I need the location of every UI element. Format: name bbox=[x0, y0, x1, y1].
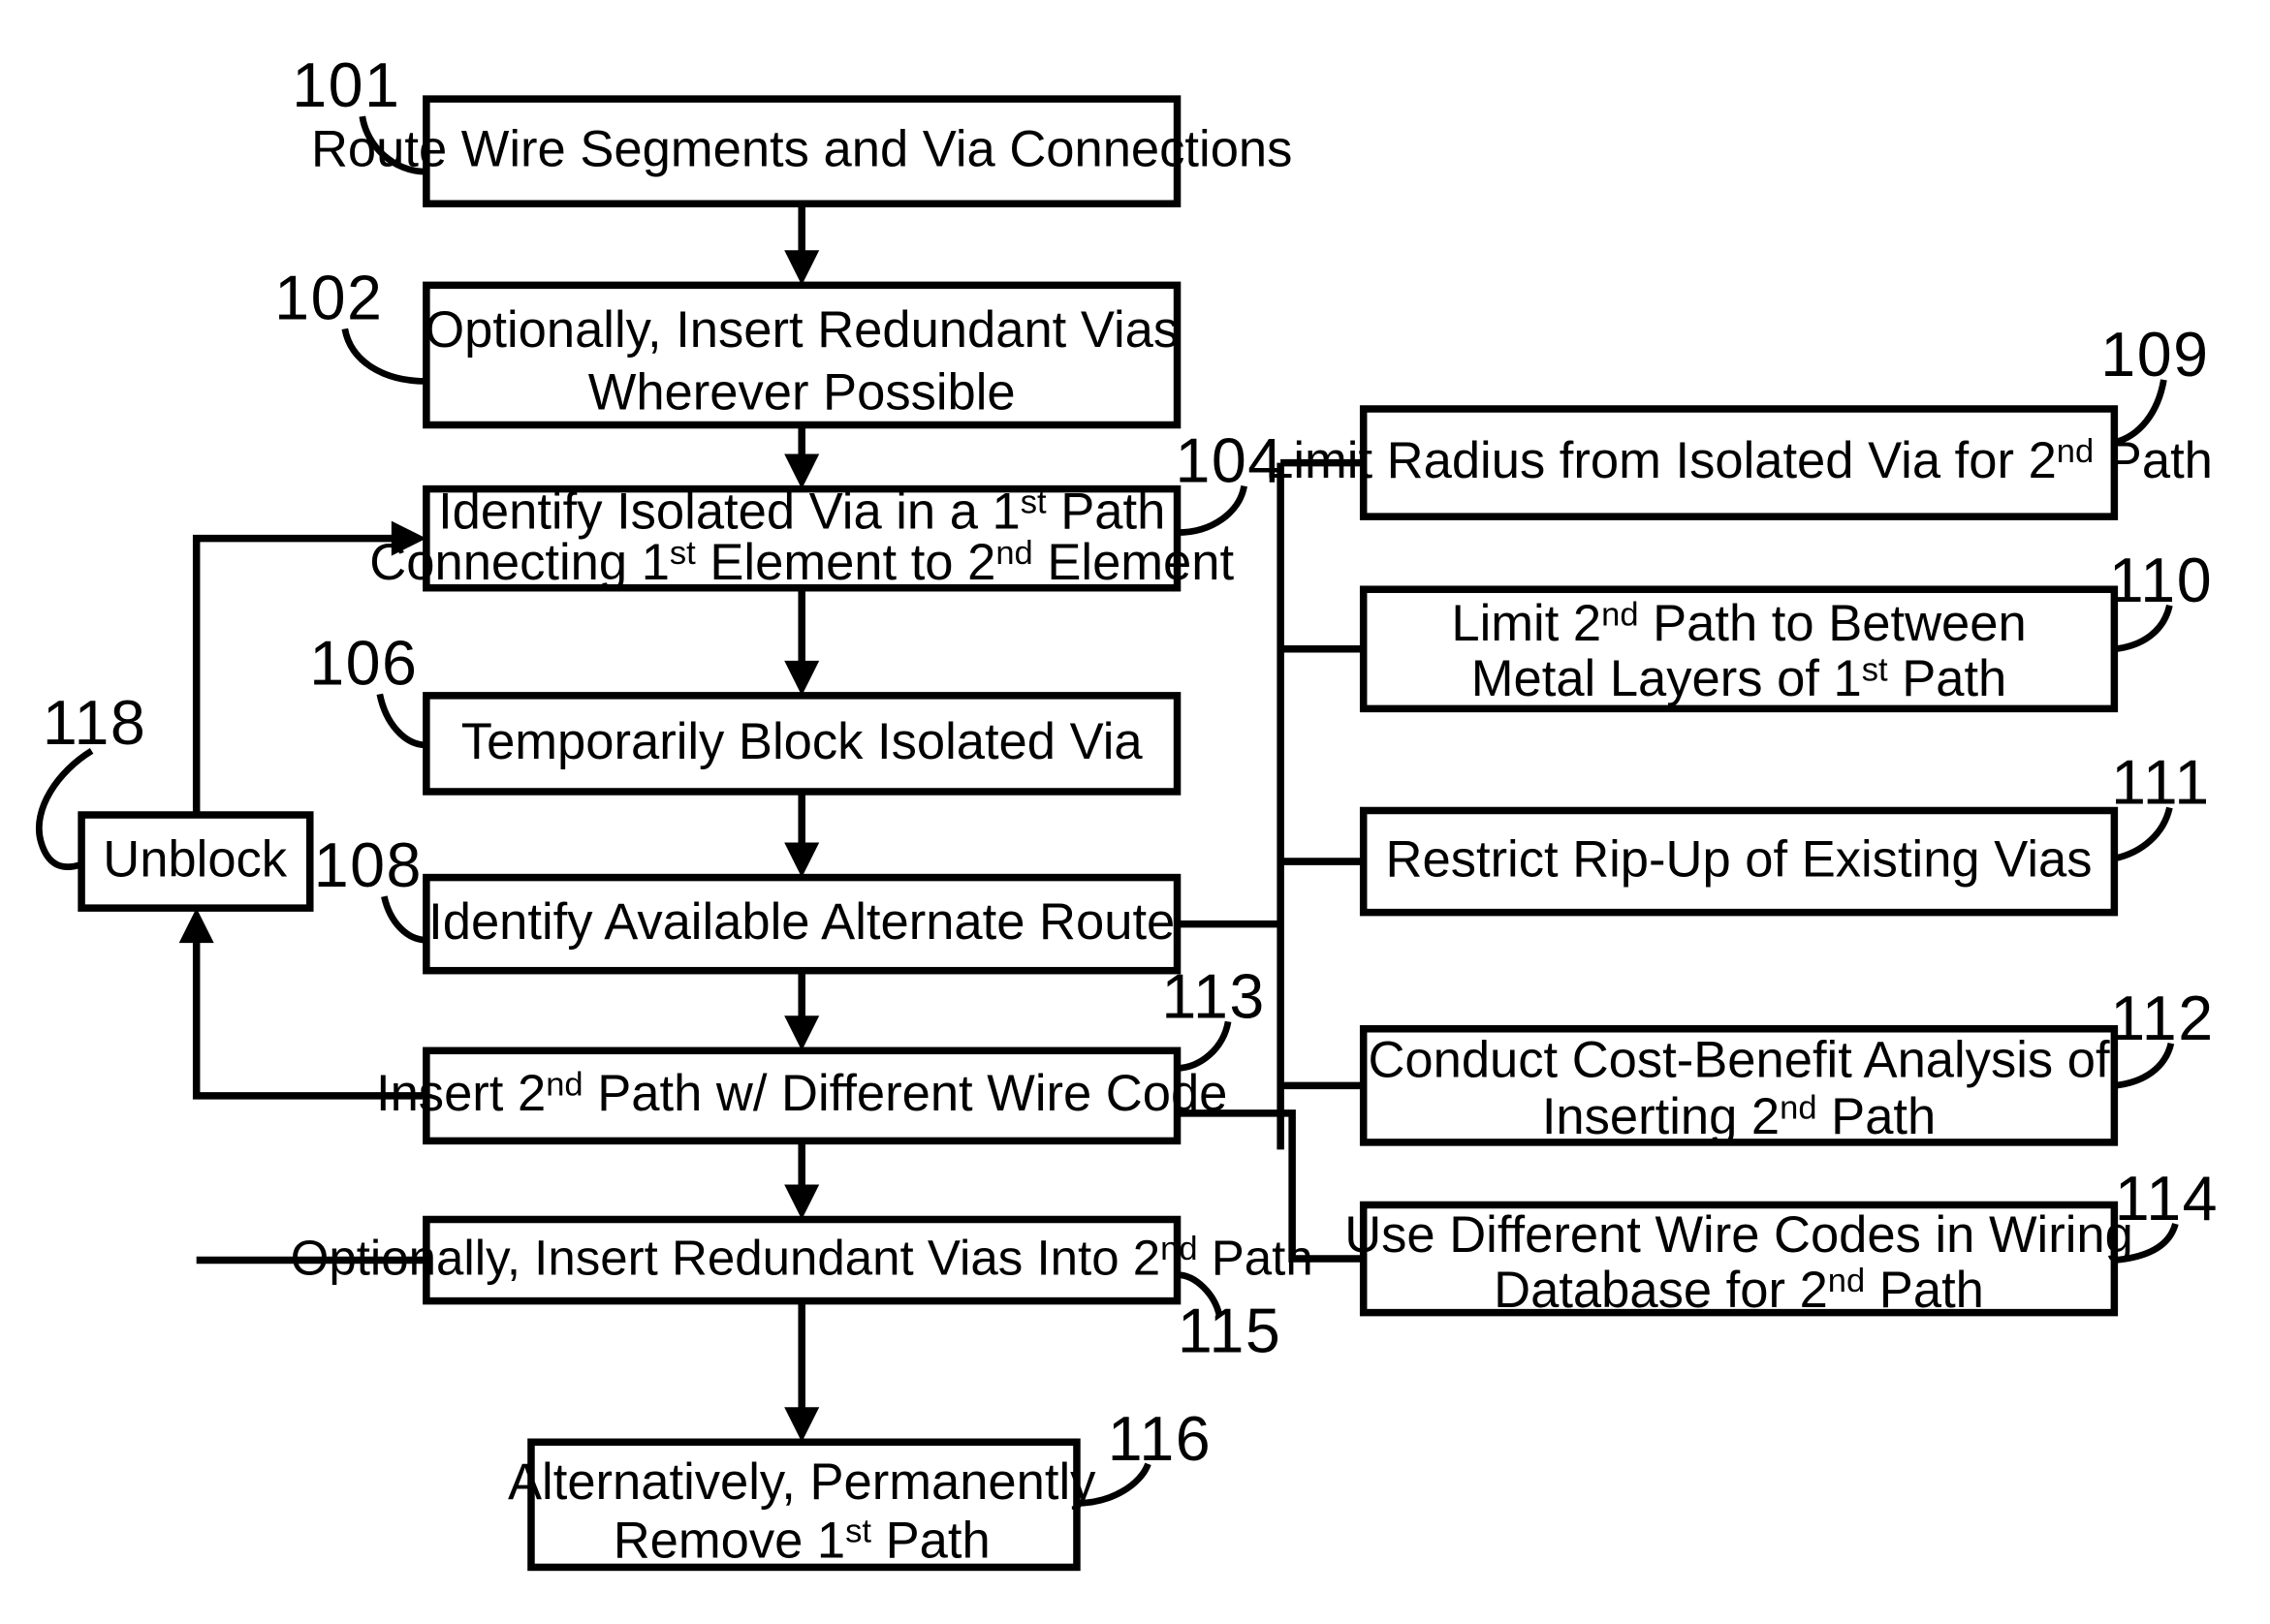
ref-number-110: 110 bbox=[2109, 546, 2213, 615]
ref-number-114: 114 bbox=[2115, 1164, 2219, 1234]
ref-number-111: 111 bbox=[2111, 748, 2211, 818]
leader-102 bbox=[341, 328, 426, 385]
option-box-109[interactable]: Limit Radius from Isolated Via for 2nd P… bbox=[1265, 405, 2213, 520]
box-label-101: Route Wire Segments and Via Connections bbox=[311, 121, 1292, 178]
box-label-unblock: Unblock bbox=[103, 830, 288, 888]
box-label-106: Temporarily Block Isolated Via bbox=[461, 713, 1144, 770]
flow-box-unblock[interactable]: Unblock bbox=[78, 811, 314, 912]
box-label-108: Identify Available Alternate Route bbox=[428, 893, 1175, 951]
box-label-114-line1: Use Different Wire Codes in Wiring bbox=[1344, 1206, 2133, 1264]
arrowhead-108-113 bbox=[784, 1015, 820, 1051]
flow-box-102[interactable]: Optionally, Insert Redundant Vias Wherev… bbox=[423, 281, 1182, 429]
option-box-114[interactable]: Use Different Wire Codes in Wiring Datab… bbox=[1344, 1201, 2133, 1319]
option-box-111[interactable]: Restrict Rip-Up of Existing Vias bbox=[1359, 806, 2119, 917]
arrowhead-106-108 bbox=[784, 842, 820, 878]
flow-box-108[interactable]: Identify Available Alternate Route bbox=[423, 873, 1182, 975]
option-box-110[interactable]: Limit 2nd Path to Between Metal Layers o… bbox=[1359, 585, 2119, 713]
box-label-116-line2: Remove 1st Path bbox=[614, 1512, 991, 1569]
arrowhead-104-106 bbox=[784, 660, 820, 696]
ref-number-101: 101 bbox=[292, 50, 400, 120]
ref-number-106: 106 bbox=[309, 628, 418, 698]
ref-number-116: 116 bbox=[1108, 1404, 1212, 1474]
ref-number-102: 102 bbox=[274, 263, 383, 332]
box-label-102-line1: Optionally, Insert Redundant Vias bbox=[425, 301, 1179, 359]
ref-number-112: 112 bbox=[2110, 984, 2214, 1053]
flow-box-115[interactable]: Optionally, Insert Redundant Vias Into 2… bbox=[291, 1215, 1313, 1305]
arrowhead-115-116 bbox=[784, 1407, 820, 1443]
box-label-104-line2: Connecting 1st Element to 2nd Element bbox=[369, 534, 1234, 591]
box-label-115: Optionally, Insert Redundant Vias Into 2… bbox=[291, 1231, 1313, 1286]
flow-box-106[interactable]: Temporarily Block Isolated Via bbox=[423, 692, 1182, 796]
options-boxes: Limit Radius from Isolated Via for 2nd P… bbox=[1265, 405, 2213, 1319]
box-label-112-line1: Conduct Cost-Benefit Analysis of bbox=[1368, 1032, 2110, 1089]
ref-number-115: 115 bbox=[1178, 1296, 1281, 1366]
box-label-111: Restrict Rip-Up of Existing Vias bbox=[1386, 830, 2093, 888]
flow-box-113[interactable]: Insert 2nd Path w/ Different Wire Code bbox=[376, 1046, 1227, 1145]
flowchart-figure: Route Wire Segments and Via Connections … bbox=[0, 0, 2270, 1624]
ref-number-118: 118 bbox=[43, 688, 146, 758]
box-label-112-line2: Inserting 2nd Path bbox=[1542, 1088, 1936, 1145]
ref-number-108: 108 bbox=[314, 830, 423, 900]
ref-number-113: 113 bbox=[1161, 961, 1265, 1031]
box-label-102-line2: Wherever Possible bbox=[588, 363, 1016, 421]
flow-box-116[interactable]: Alternatively, Permanently Remove 1st Pa… bbox=[508, 1438, 1096, 1572]
leader-106 bbox=[376, 693, 427, 749]
leader-108 bbox=[381, 895, 427, 944]
box-label-110-line2: Metal Layers of 1st Path bbox=[1471, 650, 2007, 707]
flow-box-104[interactable]: Identify Isolated Via in a 1st Path Conn… bbox=[369, 484, 1234, 592]
box-label-110-line1: Limit 2nd Path to Between bbox=[1451, 595, 2026, 652]
ref-number-109: 109 bbox=[2100, 320, 2209, 390]
flow-box-101[interactable]: Route Wire Segments and Via Connections bbox=[311, 95, 1292, 208]
arrowhead-113-115 bbox=[784, 1184, 820, 1220]
arrowhead-101-102 bbox=[784, 250, 820, 286]
option-box-112[interactable]: Conduct Cost-Benefit Analysis of Inserti… bbox=[1359, 1025, 2119, 1146]
box-label-114-line2: Database for 2nd Path bbox=[1494, 1262, 1984, 1319]
flowchart-canvas: Route Wire Segments and Via Connections … bbox=[36, 50, 2219, 1572]
ref-number-104: 104 bbox=[1175, 426, 1283, 496]
box-label-113: Insert 2nd Path w/ Different Wire Code bbox=[376, 1065, 1227, 1122]
arrowhead-113-to-unblock bbox=[178, 908, 214, 944]
box-label-104-line1: Identify Isolated Via in a 1st Path bbox=[438, 484, 1165, 541]
box-label-116-line1: Alternatively, Permanently bbox=[508, 1453, 1096, 1511]
